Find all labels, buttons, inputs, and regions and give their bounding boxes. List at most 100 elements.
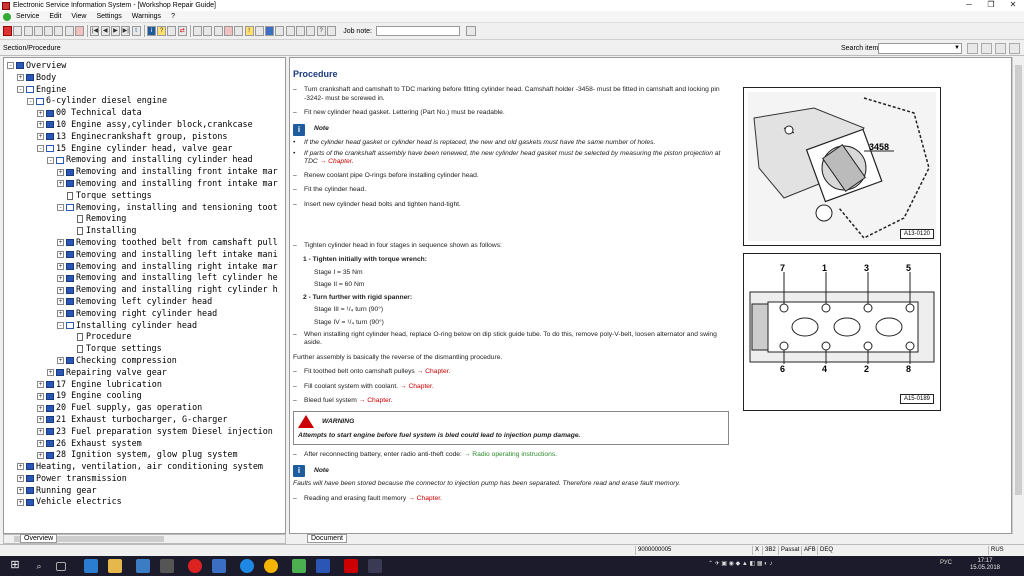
expand-icon[interactable]: + (17, 498, 24, 506)
expand-icon[interactable]: + (17, 74, 24, 82)
app-icon[interactable] (316, 559, 330, 573)
collapse-icon[interactable]: - (57, 321, 64, 329)
file-explorer-icon[interactable] (108, 559, 122, 573)
tree-node[interactable]: - Removing and installing cylinder head (4, 154, 278, 166)
collapse-icon[interactable]: - (47, 156, 54, 164)
opera-icon[interactable] (188, 559, 202, 573)
tree-node-label[interactable]: Removing and installing front intake mar (76, 178, 278, 190)
tree-node-label[interactable]: Engine (36, 84, 66, 96)
warning-icon[interactable]: ! (244, 26, 254, 36)
ie-icon[interactable] (240, 559, 254, 573)
tree-node-label[interactable]: 21 Exhaust turbocharger, G-charger (56, 414, 227, 426)
chapter-link[interactable]: → Chapter. (400, 383, 434, 390)
scroll-thumb[interactable] (1015, 65, 1022, 495)
tree-node[interactable]: Removing (4, 213, 278, 225)
search-icon[interactable]: ⌕ (32, 559, 46, 573)
expand-icon[interactable]: + (37, 109, 44, 117)
tree-node[interactable]: - Overview (4, 60, 278, 72)
chapter-link[interactable]: → Chapter. (417, 368, 451, 375)
tree-node-label[interactable]: Removing right cylinder head (76, 308, 217, 320)
expand-icon[interactable]: + (37, 416, 44, 424)
vehicle-icon[interactable] (275, 26, 285, 36)
tree-node[interactable]: Installing (4, 225, 278, 237)
tree-node[interactable]: + Removing and installing front intake ma… (4, 178, 278, 190)
collapse-icon[interactable]: - (27, 97, 34, 105)
fax-icon[interactable] (64, 26, 74, 36)
tree-node-label[interactable]: 26 Exhaust system (56, 438, 142, 450)
search-clear-button[interactable] (1009, 43, 1020, 54)
tree-node-label[interactable]: 17 Engine lubrication (56, 379, 162, 391)
tree-node[interactable]: + Running gear (4, 485, 278, 497)
tree-node-label[interactable]: Removing and installing right intake mar (76, 261, 278, 273)
tree-node-label[interactable]: 6-cylinder diesel engine (46, 95, 167, 107)
menu-view[interactable]: View (66, 13, 91, 20)
menu-settings[interactable]: Settings (91, 13, 126, 20)
phone-icon[interactable] (326, 26, 336, 36)
tree-node-label[interactable]: 20 Fuel supply, gas operation (56, 402, 202, 414)
search-input[interactable]: ▼ (878, 43, 962, 54)
tree-node-label[interactable]: 23 Fuel preparation system Diesel inject… (56, 426, 273, 438)
tree-node-label[interactable]: 00 Technical data (56, 107, 142, 119)
chapter-link[interactable]: → Chapter. (320, 158, 354, 165)
expand-icon[interactable]: + (57, 274, 64, 282)
tree-node[interactable]: +20 Fuel supply, gas operation (4, 402, 278, 414)
menu-service[interactable]: Service (11, 13, 44, 20)
first-icon[interactable]: |◀ (90, 26, 100, 36)
collapse-icon[interactable]: - (17, 85, 24, 93)
expand-icon[interactable]: + (37, 380, 44, 388)
car-icon[interactable] (285, 26, 295, 36)
expand-icon[interactable]: + (47, 369, 54, 377)
tree-node-label[interactable]: 28 Ignition system, glow plug system (56, 449, 238, 461)
tree-node[interactable]: + Removing and installing left intake man… (4, 249, 278, 261)
chrome-icon[interactable] (264, 559, 278, 573)
chevron-down-icon[interactable]: ▼ (953, 44, 961, 53)
tree-node[interactable]: + Removing toothed belt from camshaft pul… (4, 237, 278, 249)
wiring-icon[interactable] (234, 26, 244, 36)
expand-icon[interactable]: + (57, 251, 64, 259)
tree-node[interactable]: + Vehicle electrics (4, 496, 278, 508)
expand-icon[interactable]: + (37, 439, 44, 447)
elsa-taskbar-icon[interactable] (368, 559, 382, 573)
tree-node[interactable]: Torque settings (4, 190, 278, 202)
tab-document[interactable]: Document (307, 534, 347, 543)
tree-node-label[interactable]: Removing and installing front intake mar (76, 166, 278, 178)
app-icon[interactable] (160, 559, 174, 573)
edit-icon[interactable] (33, 26, 43, 36)
calculator-icon[interactable] (213, 26, 223, 36)
tree-node-label[interactable]: Overview (26, 60, 66, 72)
tree-node-label[interactable]: Torque settings (76, 190, 152, 202)
next-icon[interactable]: ▶ (110, 26, 120, 36)
expand-icon[interactable]: + (57, 298, 64, 306)
tree-node[interactable]: + Removing and installing right cylinder … (4, 284, 278, 296)
tree-node-label[interactable]: Installing (86, 225, 136, 237)
expand-icon[interactable]: + (57, 239, 64, 247)
tree-node-label[interactable]: Procedure (86, 331, 131, 343)
book-icon[interactable] (203, 26, 213, 36)
tree-node[interactable]: +10 Engine assy,cylinder block,crankcase (4, 119, 278, 131)
tree-node[interactable]: - 15 Engine cylinder head, valve gear (4, 143, 278, 155)
preview-icon[interactable] (23, 26, 33, 36)
tree-node-label[interactable]: Removing and installing left intake mani (76, 249, 278, 261)
tree-node[interactable]: + Removing right cylinder head (4, 308, 278, 320)
tree-node-label[interactable]: Removing left cylinder head (76, 296, 212, 308)
menu-warnings[interactable]: Warnings (127, 13, 166, 20)
tree-node[interactable]: +23 Fuel preparation system Diesel injec… (4, 426, 278, 438)
diagnosis-icon[interactable] (254, 26, 264, 36)
copy-icon[interactable] (44, 26, 54, 36)
tree-node-label[interactable]: Power transmission (36, 473, 127, 485)
last-icon[interactable]: ▶| (121, 26, 131, 36)
tree-node[interactable]: +26 Exhaust system (4, 438, 278, 450)
expand-icon[interactable]: + (17, 487, 24, 495)
link-icon[interactable]: t (131, 26, 141, 36)
tree-node-label[interactable]: Removing (86, 213, 126, 225)
help-icon[interactable]: ? (157, 26, 167, 36)
expand-icon[interactable]: + (57, 286, 64, 294)
tree-node[interactable]: + Removing left cylinder head (4, 296, 278, 308)
settings-icon[interactable] (167, 26, 177, 36)
tree-node[interactable]: + Heating, ventilation, air conditioning … (4, 461, 278, 473)
expand-icon[interactable]: + (57, 168, 64, 176)
collapse-icon[interactable]: - (7, 62, 14, 70)
sync-icon[interactable] (75, 26, 85, 36)
tree-node-label[interactable]: Removing and installing right cylinder h (76, 284, 278, 296)
job-note-button[interactable] (466, 26, 477, 36)
